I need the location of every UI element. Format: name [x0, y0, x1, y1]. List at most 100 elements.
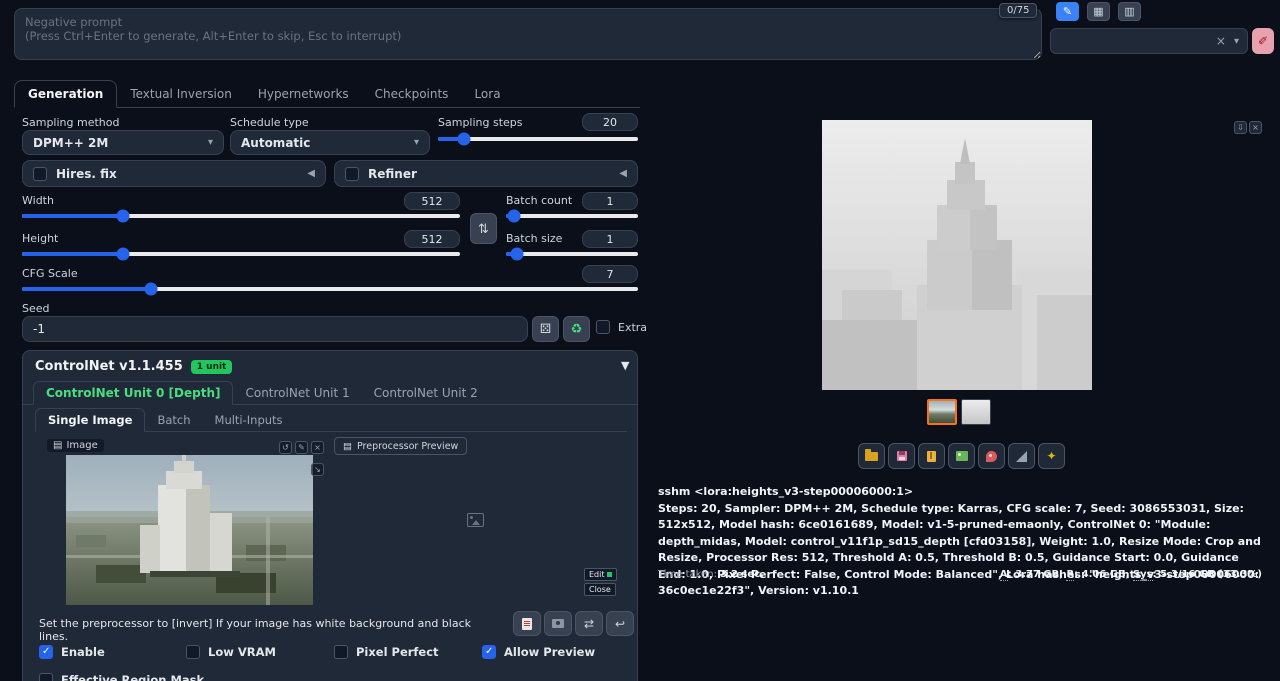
negative-prompt-input[interactable]	[14, 8, 1042, 60]
save-zip-button[interactable]	[918, 443, 945, 469]
gallery-thumbnail-2[interactable]	[961, 399, 991, 425]
hires-fix-section[interactable]: Hires. fix ◀	[22, 160, 326, 187]
effective-region-mask-checkbox[interactable]	[39, 673, 53, 681]
seed-input[interactable]: -1	[22, 316, 528, 342]
gallery-thumbnail-1[interactable]	[927, 399, 957, 425]
height-slider[interactable]	[22, 247, 460, 261]
hires-fix-label: Hires. fix	[56, 166, 117, 181]
low-vram-label: Low VRAM	[208, 645, 276, 659]
sampling-steps-input[interactable]: 20	[582, 113, 638, 131]
memory-r-value: : 4.06 GB,	[1074, 569, 1133, 580]
memory-stats: A: 3.77 GB, R: 4.06 GB, Sys: 5.3/16 GB (…	[999, 569, 1262, 581]
webcam-button[interactable]	[544, 611, 572, 636]
low-vram-toggle[interactable]: Low VRAM	[186, 645, 276, 659]
batch-count-input[interactable]: 1	[582, 192, 638, 210]
time-taken-label: Time taken:	[658, 569, 717, 580]
folder-icon	[865, 448, 878, 461]
cfg-scale-input[interactable]: 7	[582, 265, 638, 283]
tab-controlnet-unit-2[interactable]: ControlNet Unit 2	[362, 382, 490, 404]
reuse-seed-button[interactable]: ♻	[563, 316, 590, 342]
width-label: Width	[22, 194, 54, 207]
controlnet-unit-tabs: ControlNet Unit 0 [Depth] ControlNet Uni…	[23, 380, 637, 405]
tab-single-image[interactable]: Single Image	[35, 408, 146, 432]
height-input[interactable]: 512	[404, 230, 460, 248]
refiner-checkbox[interactable]	[345, 166, 359, 181]
refiner-label: Refiner	[368, 166, 417, 181]
tab-controlnet-unit-1[interactable]: ControlNet Unit 1	[233, 382, 361, 404]
upscale-button[interactable]: ✦	[1038, 443, 1065, 469]
width-slider[interactable]	[22, 209, 460, 223]
open-folder-button[interactable]	[858, 443, 885, 469]
token-counter: 0/75	[999, 3, 1038, 18]
close-button[interactable]: Close	[584, 583, 616, 596]
fullscreen-icon[interactable]: ↘	[311, 463, 324, 476]
accordion-arrow-icon[interactable]: ▼	[621, 359, 629, 372]
recycle-icon: ♻	[570, 321, 583, 336]
send-to-extras-button[interactable]	[1008, 443, 1035, 469]
image-label: Image	[66, 440, 98, 451]
undo-icon[interactable]: ↺	[279, 441, 292, 454]
refiner-section[interactable]: Refiner ◀	[334, 160, 638, 187]
width-input[interactable]: 512	[404, 192, 460, 210]
batch-count-slider[interactable]	[506, 209, 638, 223]
effective-region-mask-toggle[interactable]: Effective Region Mask	[39, 673, 204, 681]
swap-dimensions-button[interactable]: ⇅	[470, 213, 497, 244]
effective-region-mask-label: Effective Region Mask	[61, 673, 205, 681]
invert-hint-text: Set the preprocessor to [invert] If your…	[39, 617, 472, 643]
extra-seed-checkbox[interactable]	[596, 320, 610, 334]
sampling-method-dropdown[interactable]: DPM++ 2M ▾	[22, 130, 224, 155]
close-gallery-icon[interactable]: ×	[1249, 121, 1262, 134]
output-image[interactable]	[822, 120, 1092, 390]
enable-toggle[interactable]: Enable	[39, 645, 105, 659]
paste-params-button[interactable]: ✎	[1056, 2, 1079, 21]
cfg-scale-slider[interactable]	[22, 282, 638, 296]
ruler-icon	[1016, 450, 1027, 462]
extra-seed-toggle[interactable]: Extra	[596, 320, 647, 334]
collapse-arrow-icon: ◀	[307, 168, 315, 179]
preprocessor-preview-toggle[interactable]: ▤ Preprocessor Preview	[334, 437, 468, 455]
allow-preview-toggle[interactable]: Allow Preview	[482, 645, 595, 659]
low-vram-checkbox[interactable]	[186, 645, 200, 659]
styles-dropdown[interactable]: × ▾	[1050, 28, 1248, 54]
tab-hypernetworks[interactable]: Hypernetworks	[245, 81, 362, 107]
tab-multi-inputs[interactable]: Multi-Inputs	[203, 409, 295, 431]
send-to-inpaint-button[interactable]	[978, 443, 1005, 469]
tab-controlnet-unit-0[interactable]: ControlNet Unit 0 [Depth]	[33, 381, 234, 405]
remove-image-icon[interactable]: ×	[311, 441, 324, 454]
random-seed-button[interactable]: ⚄	[532, 316, 559, 342]
edit-image-icon[interactable]: ✎	[295, 441, 308, 454]
send-dimensions-button[interactable]: ↩	[606, 611, 634, 636]
pixel-perfect-toggle[interactable]: Pixel Perfect	[334, 645, 439, 659]
sampling-steps-slider[interactable]	[438, 132, 638, 146]
zip-icon	[927, 450, 936, 462]
edit-button[interactable]: Edit	[584, 568, 617, 581]
preprocessor-preview-label: Preprocessor Preview	[356, 440, 459, 452]
depth-render	[822, 120, 1092, 390]
clipboard-button[interactable]: ▥	[1118, 2, 1141, 21]
edit-styles-button[interactable]: ✐	[1252, 28, 1274, 54]
image-icon	[955, 451, 968, 461]
mirror-webcam-button[interactable]: ⇄	[575, 611, 603, 636]
controlnet-input-tabs: Single Image Batch Multi-Inputs	[35, 408, 627, 432]
clear-styles-icon[interactable]: ×	[1216, 34, 1226, 48]
hires-fix-checkbox[interactable]	[33, 166, 47, 181]
grid-icon: ▦	[1093, 6, 1104, 18]
new-canvas-button[interactable]	[513, 611, 541, 636]
tab-lora[interactable]: Lora	[461, 81, 513, 107]
seed-label: Seed	[22, 302, 50, 315]
send-to-img2img-button[interactable]	[948, 443, 975, 469]
pixel-perfect-checkbox[interactable]	[334, 645, 348, 659]
allow-preview-checkbox[interactable]	[482, 645, 496, 659]
batch-size-slider[interactable]	[506, 247, 638, 261]
batch-size-input[interactable]: 1	[582, 230, 638, 248]
enable-checkbox[interactable]	[39, 645, 53, 659]
controlnet-input-image[interactable]	[66, 455, 313, 605]
extra-networks-button[interactable]: ▦	[1087, 2, 1110, 21]
tab-batch[interactable]: Batch	[145, 409, 202, 431]
schedule-type-dropdown[interactable]: Automatic ▾	[230, 130, 430, 155]
download-image-icon[interactable]: ⇩	[1234, 121, 1247, 134]
tab-checkpoints[interactable]: Checkpoints	[362, 81, 462, 107]
tab-textual-inversion[interactable]: Textual Inversion	[117, 81, 244, 107]
save-image-button[interactable]	[888, 443, 915, 469]
tab-generation[interactable]: Generation	[14, 80, 118, 108]
